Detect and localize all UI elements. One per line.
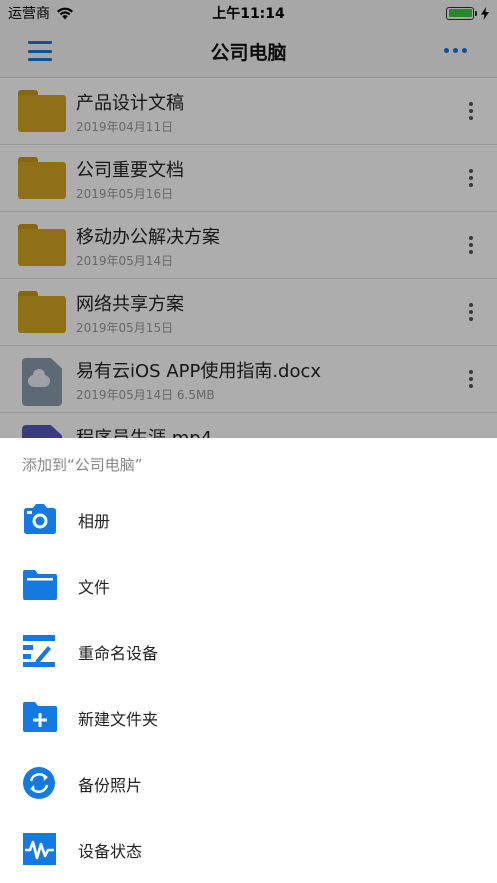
- sync-icon: [23, 767, 55, 799]
- sheet-item-file[interactable]: 文件: [0, 552, 497, 618]
- folder-icon: [23, 570, 57, 600]
- activity-icon: [23, 833, 56, 865]
- sheet-item-label: 设备状态: [78, 842, 143, 861]
- sheet-item-label: 相册: [78, 512, 111, 531]
- app-screen: 运营商 上午11:14 公司电脑 产品设计文稿 2019年04月11日 公司重要…: [0, 0, 497, 883]
- sheet-item-new-folder[interactable]: 新建文件夹: [0, 684, 497, 750]
- sheet-title: 添加到“公司电脑”: [22, 456, 143, 474]
- add-action-sheet: 添加到“公司电脑” 相册 文件 重命名设备 新建文件夹 备份照片 设备状态: [0, 438, 497, 883]
- sheet-item-backup-photos[interactable]: 备份照片: [0, 750, 497, 816]
- sheet-item-label: 重命名设备: [78, 644, 159, 663]
- new-folder-icon: [23, 702, 57, 732]
- rename-icon: [23, 635, 55, 667]
- sheet-item-device-status[interactable]: 设备状态: [0, 816, 497, 882]
- sheet-item-album[interactable]: 相册: [0, 486, 497, 552]
- sheet-item-rename-device[interactable]: 重命名设备: [0, 618, 497, 684]
- sheet-item-label: 文件: [78, 578, 111, 597]
- camera-icon: [24, 504, 56, 534]
- sheet-item-label: 备份照片: [78, 776, 143, 795]
- sheet-item-label: 新建文件夹: [78, 710, 159, 729]
